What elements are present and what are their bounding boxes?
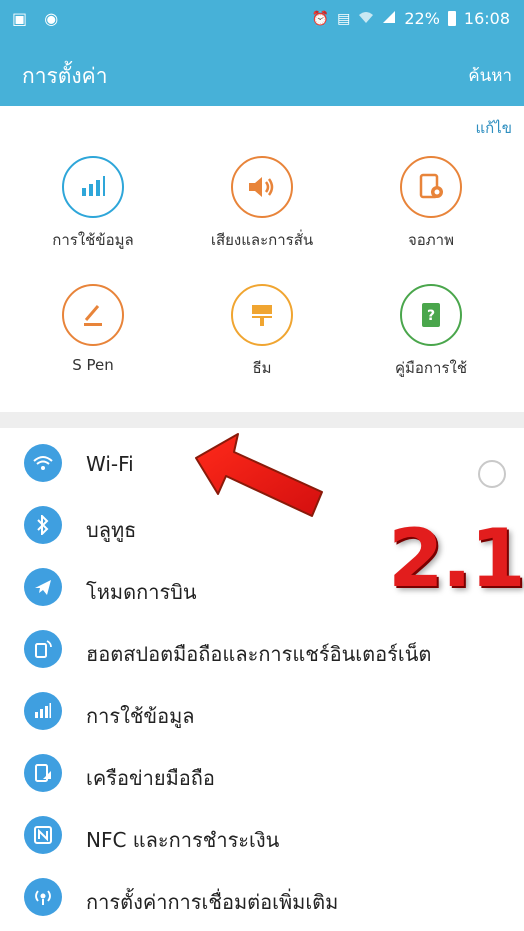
- wifi-toggle[interactable]: [478, 460, 506, 488]
- list-item-label: โหมดการบิน: [86, 580, 197, 604]
- quick-item-label: การใช้ข้อมูล: [52, 231, 134, 249]
- search-button[interactable]: ค้นหา: [468, 62, 512, 89]
- step-label: 2.1: [388, 512, 524, 605]
- manual-icon: ?: [400, 284, 462, 346]
- edit-button[interactable]: แก้ไข: [475, 116, 512, 140]
- quick-item-label: จอภาพ: [408, 231, 454, 249]
- quick-item-display[interactable]: จอภาพ: [356, 156, 506, 252]
- display-icon: [400, 156, 462, 218]
- volte-icon: ▤: [337, 10, 351, 27]
- sound-icon: [231, 156, 293, 218]
- quick-item-spen[interactable]: S Pen: [18, 284, 168, 374]
- section-divider: [0, 412, 524, 428]
- spen-icon: [62, 284, 124, 346]
- battery-percent: 22%: [404, 9, 440, 28]
- airplane-icon: [24, 568, 62, 606]
- status-bar: ▣ ◉ ⏰ ▤ 22% 16:08: [0, 0, 524, 40]
- list-item-nfc[interactable]: NFC และการชำระเงิน: [0, 804, 524, 866]
- bluetooth-icon: [24, 506, 62, 544]
- theme-icon: [231, 284, 293, 346]
- data-usage-icon: [24, 692, 62, 730]
- alarm-icon: ⏰: [311, 10, 330, 27]
- hotspot-icon: [24, 630, 62, 668]
- quick-settings: แก้ไข การใช้ข้อมูล เสียงและการสั่น จอภาพ…: [0, 106, 524, 412]
- list-item-label: เครือข่ายมือถือ: [86, 766, 215, 790]
- status-right: ⏰ ▤ 22% 16:08: [312, 9, 510, 28]
- wifi-signal-icon: [358, 10, 374, 28]
- more-connections-icon: [24, 878, 62, 916]
- nfc-icon: [24, 816, 62, 854]
- status-left-icons: ▣ ◉: [12, 9, 65, 28]
- data-usage-icon: [62, 156, 124, 218]
- list-item-label: NFC และการชำระเงิน: [86, 828, 280, 852]
- clock: 16:08: [463, 9, 510, 28]
- list-item-hotspot[interactable]: ฮอตสปอตมือถือและการแชร์อินเตอร์เน็ต: [0, 618, 524, 680]
- mobile-network-icon: [24, 754, 62, 792]
- list-item-label: บลูทูธ: [86, 518, 137, 542]
- quick-item-data-usage[interactable]: การใช้ข้อมูล: [18, 156, 168, 252]
- cell-signal-icon: [382, 10, 396, 28]
- annotation-arrow-icon: [195, 433, 323, 517]
- quick-item-label: คู่มือการใช้: [395, 359, 467, 377]
- wifi-icon: [24, 444, 62, 482]
- list-item-label: การตั้งค่าการเชื่อมต่อเพิ่มเติม: [86, 890, 339, 914]
- list-item-label: ฮอตสปอตมือถือและการแชร์อินเตอร์เน็ต: [86, 642, 432, 666]
- quick-item-label: S Pen: [72, 356, 114, 374]
- list-item-more-connections[interactable]: การตั้งค่าการเชื่อมต่อเพิ่มเติม: [0, 866, 524, 928]
- page-title: การตั้งค่า: [22, 64, 108, 88]
- list-item-data-usage[interactable]: การใช้ข้อมูล: [0, 680, 524, 742]
- quick-item-label: เสียงและการสั่น: [210, 231, 314, 249]
- battery-icon: [447, 11, 456, 26]
- app-bar: การตั้งค่า ค้นหา: [0, 40, 524, 106]
- svg-text:?: ?: [427, 308, 435, 324]
- quick-item-theme[interactable]: ธีม: [187, 284, 337, 380]
- quick-item-manual[interactable]: ? คู่มือการใช้: [356, 284, 506, 380]
- list-item-label: Wi-Fi: [86, 452, 134, 476]
- list-item-mobile-network[interactable]: เครือข่ายมือถือ: [0, 742, 524, 804]
- quick-item-sound[interactable]: เสียงและการสั่น: [187, 156, 337, 252]
- list-item-label: การใช้ข้อมูล: [86, 704, 195, 728]
- quick-item-label: ธีม: [252, 359, 272, 377]
